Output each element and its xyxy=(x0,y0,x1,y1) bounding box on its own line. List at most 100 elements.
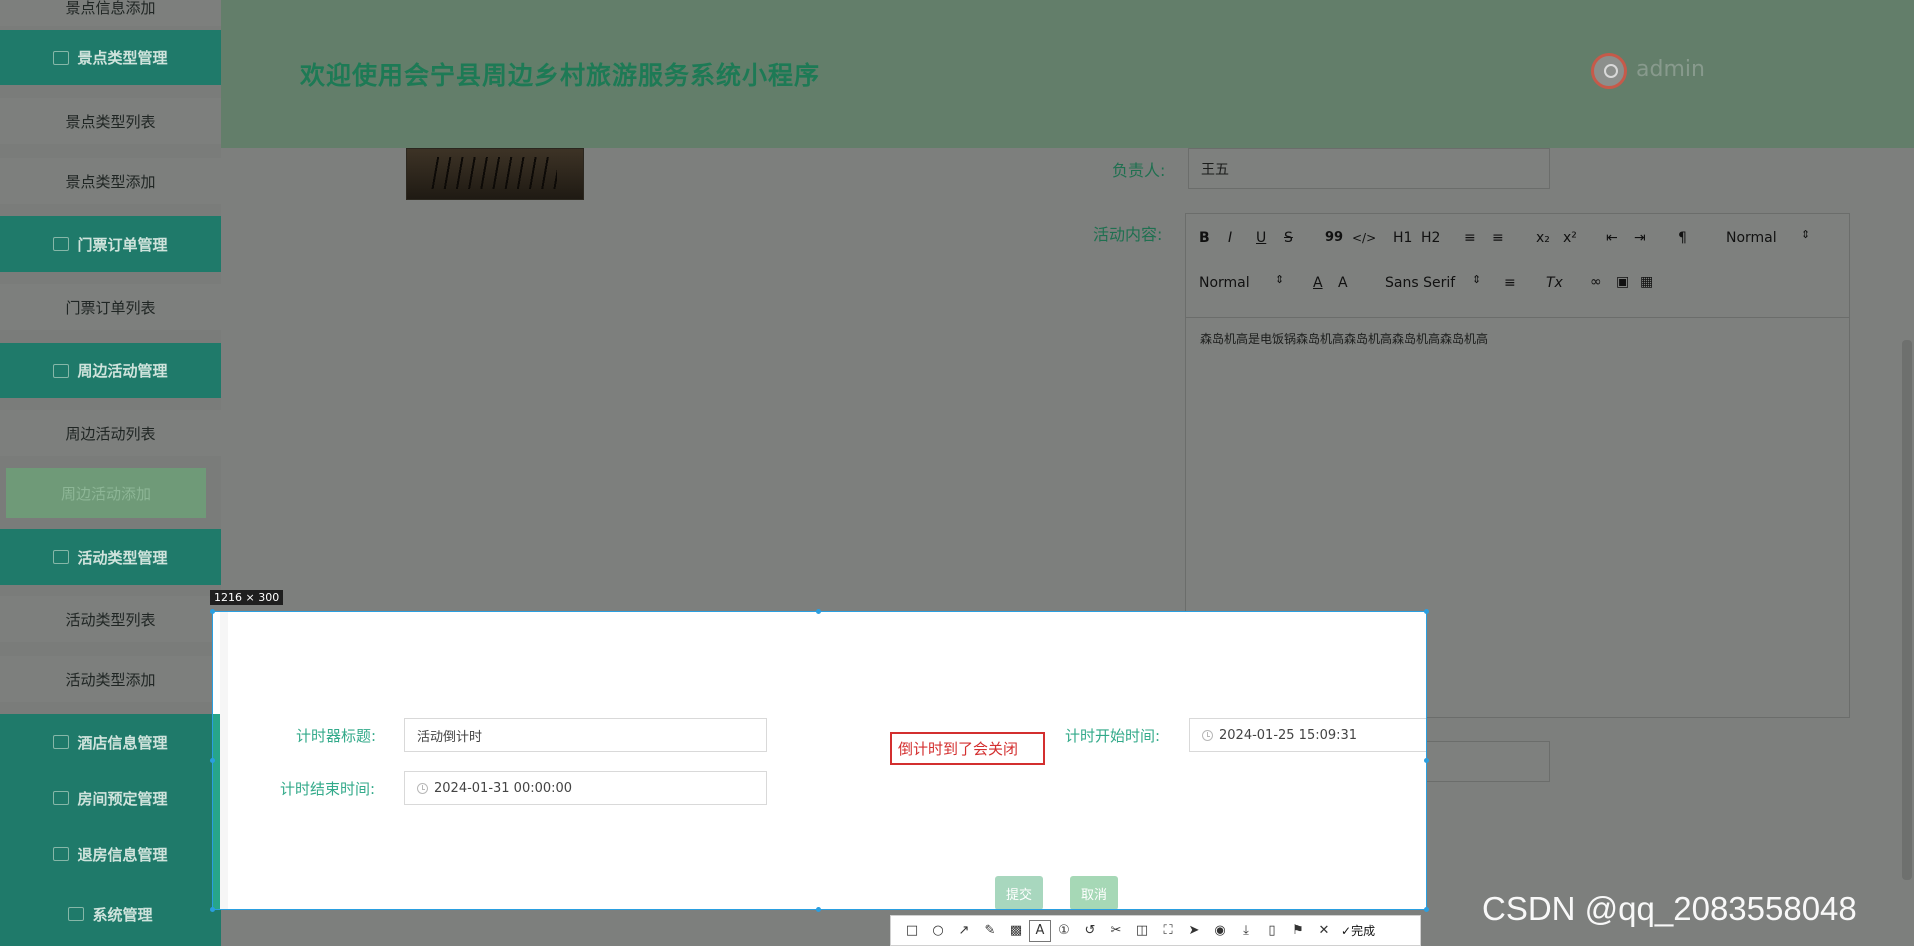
timer-title-input[interactable]: 活动倒计时 xyxy=(404,718,767,752)
sidebar-item-scenic-type-add[interactable]: 景点类型添加 xyxy=(0,158,221,204)
sidebar-group-scenic-type[interactable]: 景点类型管理 xyxy=(0,30,221,85)
sidebar-item-scenic-add[interactable]: 景点信息添加 xyxy=(0,0,221,26)
sidebar-group-system[interactable]: 系统管理 xyxy=(0,882,221,946)
sidebar-item-label: 活动类型列表 xyxy=(65,610,156,629)
sidebar-group-label: 系统管理 xyxy=(92,905,153,924)
editor-content[interactable]: 森岛机高是电饭锅森岛机高森岛机高森岛机高森岛机高 xyxy=(1200,330,1488,347)
cancel-button[interactable]: 取消 xyxy=(1070,876,1118,909)
font-color-icon[interactable]: A xyxy=(1313,275,1323,291)
done-button[interactable]: ✓ 完成 xyxy=(1341,922,1375,939)
select-arrows-icon: ⇕ xyxy=(1472,273,1482,286)
submit-button[interactable]: 提交 xyxy=(995,876,1043,909)
sidebar-item-activity-add[interactable]: 周边活动添加 xyxy=(6,468,206,518)
start-time-label: 计时开始时间: xyxy=(1065,727,1161,745)
chart-icon xyxy=(53,50,70,65)
underline-button[interactable]: U xyxy=(1256,230,1266,246)
number-icon[interactable]: ① xyxy=(1051,918,1077,944)
ordered-list-icon[interactable]: ≡ xyxy=(1464,230,1476,246)
activity-image-thumbnail[interactable] xyxy=(406,148,584,200)
font-select[interactable]: Sans Serif xyxy=(1385,275,1455,291)
superscript-button[interactable]: x² xyxy=(1563,230,1577,246)
sidebar-group-activity[interactable]: 周边活动管理 xyxy=(0,343,221,398)
sidebar-item-activity-list[interactable]: 周边活动列表 xyxy=(0,410,221,456)
screenshot-selection[interactable]: 计时器标题: 活动倒计时 倒计时到了会关闭 计时开始时间: 2024-01-25… xyxy=(212,611,1427,910)
record-icon[interactable]: ◉ xyxy=(1207,918,1233,944)
ocr-icon[interactable]: ⛶ xyxy=(1155,918,1181,944)
background-color-icon[interactable]: A xyxy=(1338,275,1348,291)
selection-sidebar-strip xyxy=(213,714,220,909)
save-icon[interactable]: ⚑ xyxy=(1285,918,1311,944)
size-select[interactable]: Normal xyxy=(1199,275,1250,291)
indent-icon[interactable]: ⇥ xyxy=(1634,230,1646,246)
undo-icon[interactable]: ↺ xyxy=(1077,918,1103,944)
translate-icon[interactable]: ◫ xyxy=(1129,918,1155,944)
mosaic-icon[interactable]: ▩ xyxy=(1003,918,1029,944)
subscript-button[interactable]: x₂ xyxy=(1536,230,1550,246)
pen-icon[interactable]: ✎ xyxy=(977,918,1003,944)
bold-button[interactable]: B xyxy=(1199,230,1210,246)
video-icon[interactable]: ▦ xyxy=(1640,274,1653,290)
ellipse-icon[interactable]: ○ xyxy=(925,918,951,944)
sidebar-group-activity-type[interactable]: 活动类型管理 xyxy=(0,529,221,585)
resize-handle[interactable] xyxy=(1424,758,1429,763)
h2-button[interactable]: H2 xyxy=(1421,230,1440,246)
sidebar-item-label: 周边活动列表 xyxy=(65,424,156,443)
sidebar-item-activity-type-add[interactable]: 活动类型添加 xyxy=(0,656,221,702)
username[interactable]: admin xyxy=(1636,57,1705,82)
sidebar-group-hotel[interactable]: 酒店信息管理 xyxy=(0,714,221,770)
italic-button[interactable]: I xyxy=(1228,230,1232,246)
owner-input[interactable]: 王五 xyxy=(1188,148,1550,189)
resize-handle[interactable] xyxy=(816,907,821,912)
code-button[interactable]: </> xyxy=(1352,231,1376,245)
end-time-value: 2024-01-31 00:00:00 xyxy=(434,780,573,796)
long-screenshot-icon[interactable]: ▯ xyxy=(1259,918,1285,944)
resize-handle[interactable] xyxy=(1424,609,1429,614)
sidebar-group-label: 门票订单管理 xyxy=(77,235,168,254)
rtl-button[interactable]: ¶ xyxy=(1678,230,1687,246)
strike-button[interactable]: S xyxy=(1284,230,1293,246)
text-annotation[interactable]: 倒计时到了会关闭 xyxy=(890,732,1045,765)
clock-icon xyxy=(417,782,428,794)
sidebar-group-ticket-order[interactable]: 门票订单管理 xyxy=(0,216,221,272)
align-icon[interactable]: ≡ xyxy=(1504,275,1516,291)
sidebar-group-room-booking[interactable]: 房间预定管理 xyxy=(0,770,221,826)
h1-button[interactable]: H1 xyxy=(1393,230,1412,246)
sidebar-group-checkout[interactable]: 退房信息管理 xyxy=(0,826,221,882)
resize-handle[interactable] xyxy=(210,758,215,763)
resize-handle[interactable] xyxy=(816,609,821,614)
sidebar-item-scenic-type-list[interactable]: 景点类型列表 xyxy=(0,98,221,144)
close-icon[interactable]: ✕ xyxy=(1311,918,1337,944)
clean-format-button[interactable]: Tx xyxy=(1546,275,1563,291)
end-time-input[interactable]: 2024-01-31 00:00:00 xyxy=(404,771,767,805)
outdent-icon[interactable]: ⇤ xyxy=(1606,230,1618,246)
blockquote-button[interactable]: 99 xyxy=(1325,230,1343,245)
resize-handle[interactable] xyxy=(210,609,215,614)
sidebar-item-label: 活动类型添加 xyxy=(65,670,156,689)
pin-icon[interactable]: ➤ xyxy=(1181,918,1207,944)
sidebar-item-ticket-order-list[interactable]: 门票订单列表 xyxy=(0,284,221,330)
start-time-input[interactable]: 2024-01-25 15:09:31 xyxy=(1189,718,1426,752)
sidebar-group-label: 酒店信息管理 xyxy=(77,733,168,752)
screenshot-toolbar: □ ○ ↗ ✎ ▩ A ① ↺ ✂ ◫ ⛶ ➤ ◉ ⤓ ▯ ⚑ ✕ ✓ 完成 xyxy=(890,915,1421,946)
page-scrollbar[interactable] xyxy=(1902,340,1912,880)
sidebar-item-activity-type-list[interactable]: 活动类型列表 xyxy=(0,596,221,642)
select-arrows-icon: ⇕ xyxy=(1275,273,1285,286)
link-icon[interactable]: ∞ xyxy=(1590,274,1602,290)
redo-icon[interactable]: ✂ xyxy=(1103,918,1129,944)
resize-handle[interactable] xyxy=(1424,907,1429,912)
selection-edge xyxy=(220,612,228,909)
bullet-list-icon[interactable]: ≡ xyxy=(1492,230,1504,246)
rectangle-icon[interactable]: □ xyxy=(899,918,925,944)
resize-handle[interactable] xyxy=(210,907,215,912)
watermark: CSDN @qq_2083558048 xyxy=(1482,890,1857,927)
sidebar-group-label: 退房信息管理 xyxy=(77,845,168,864)
avatar[interactable] xyxy=(1591,53,1627,89)
image-icon[interactable]: ▣ xyxy=(1616,274,1629,290)
arrow-icon[interactable]: ↗ xyxy=(951,918,977,944)
header-select[interactable]: Normal xyxy=(1726,230,1777,246)
sidebar-item-label: 周边活动添加 xyxy=(60,484,151,503)
sidebar-group-label: 活动类型管理 xyxy=(77,548,168,567)
download-icon[interactable]: ⤓ xyxy=(1233,918,1259,944)
text-icon[interactable]: A xyxy=(1029,919,1051,942)
cloud-icon xyxy=(53,847,70,861)
